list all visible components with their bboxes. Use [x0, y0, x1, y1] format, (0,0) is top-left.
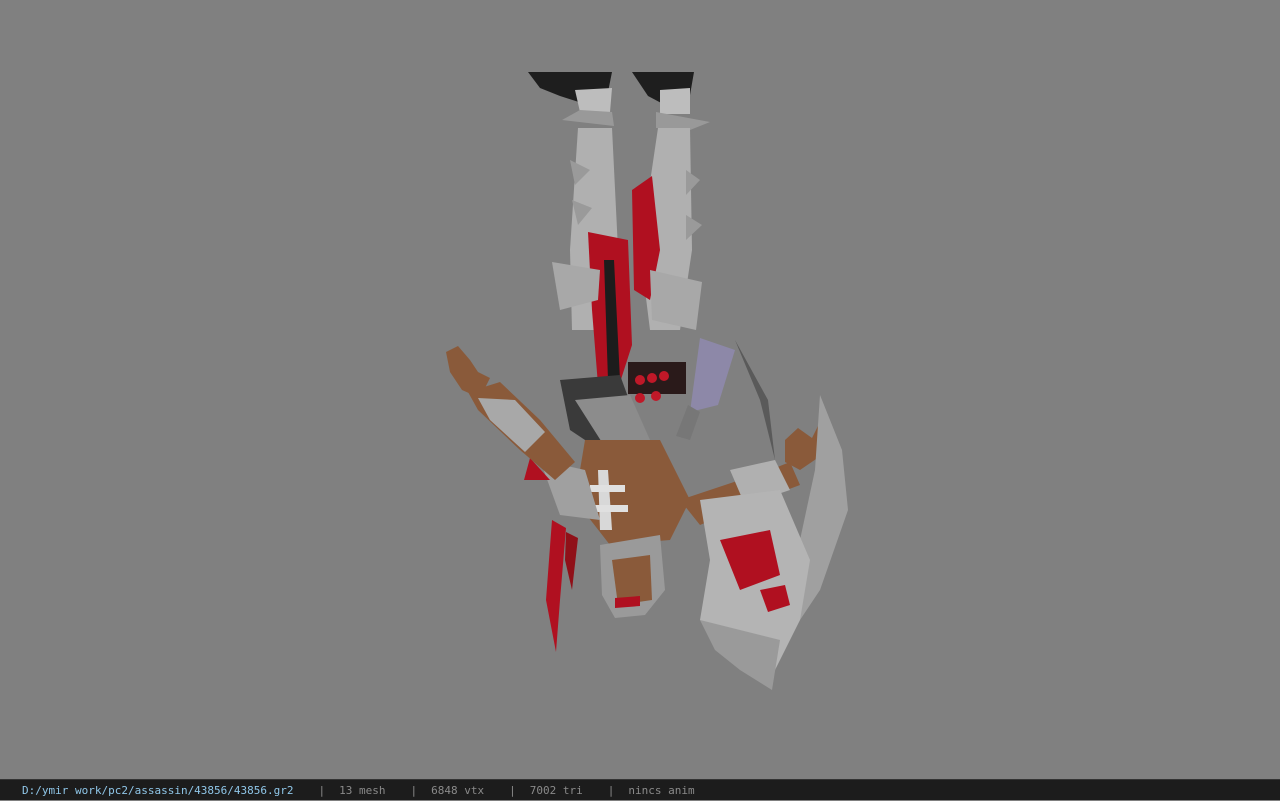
3d-viewport[interactable] — [0, 0, 1280, 779]
status-separator: | — [410, 783, 418, 797]
file-path: D:/ymir work/pc2/assassin/43856/43856.gr… — [22, 783, 294, 797]
status-bar: D:/ymir work/pc2/assassin/43856/43856.gr… — [0, 779, 1280, 800]
boots — [528, 72, 710, 130]
legs — [570, 128, 702, 395]
status-separator: | — [509, 783, 516, 797]
blade — [700, 340, 848, 690]
vertex-count: 6848 vtx — [431, 783, 485, 797]
mesh-count: 13 mesh — [339, 783, 386, 797]
character-model — [446, 72, 848, 690]
status-separator: | — [318, 783, 326, 797]
animation-status: nincs anim — [628, 783, 695, 797]
left-arm — [446, 346, 575, 480]
status-separator: | — [607, 783, 615, 797]
triangle-count: 7002 tri — [529, 783, 583, 797]
head — [546, 520, 665, 652]
